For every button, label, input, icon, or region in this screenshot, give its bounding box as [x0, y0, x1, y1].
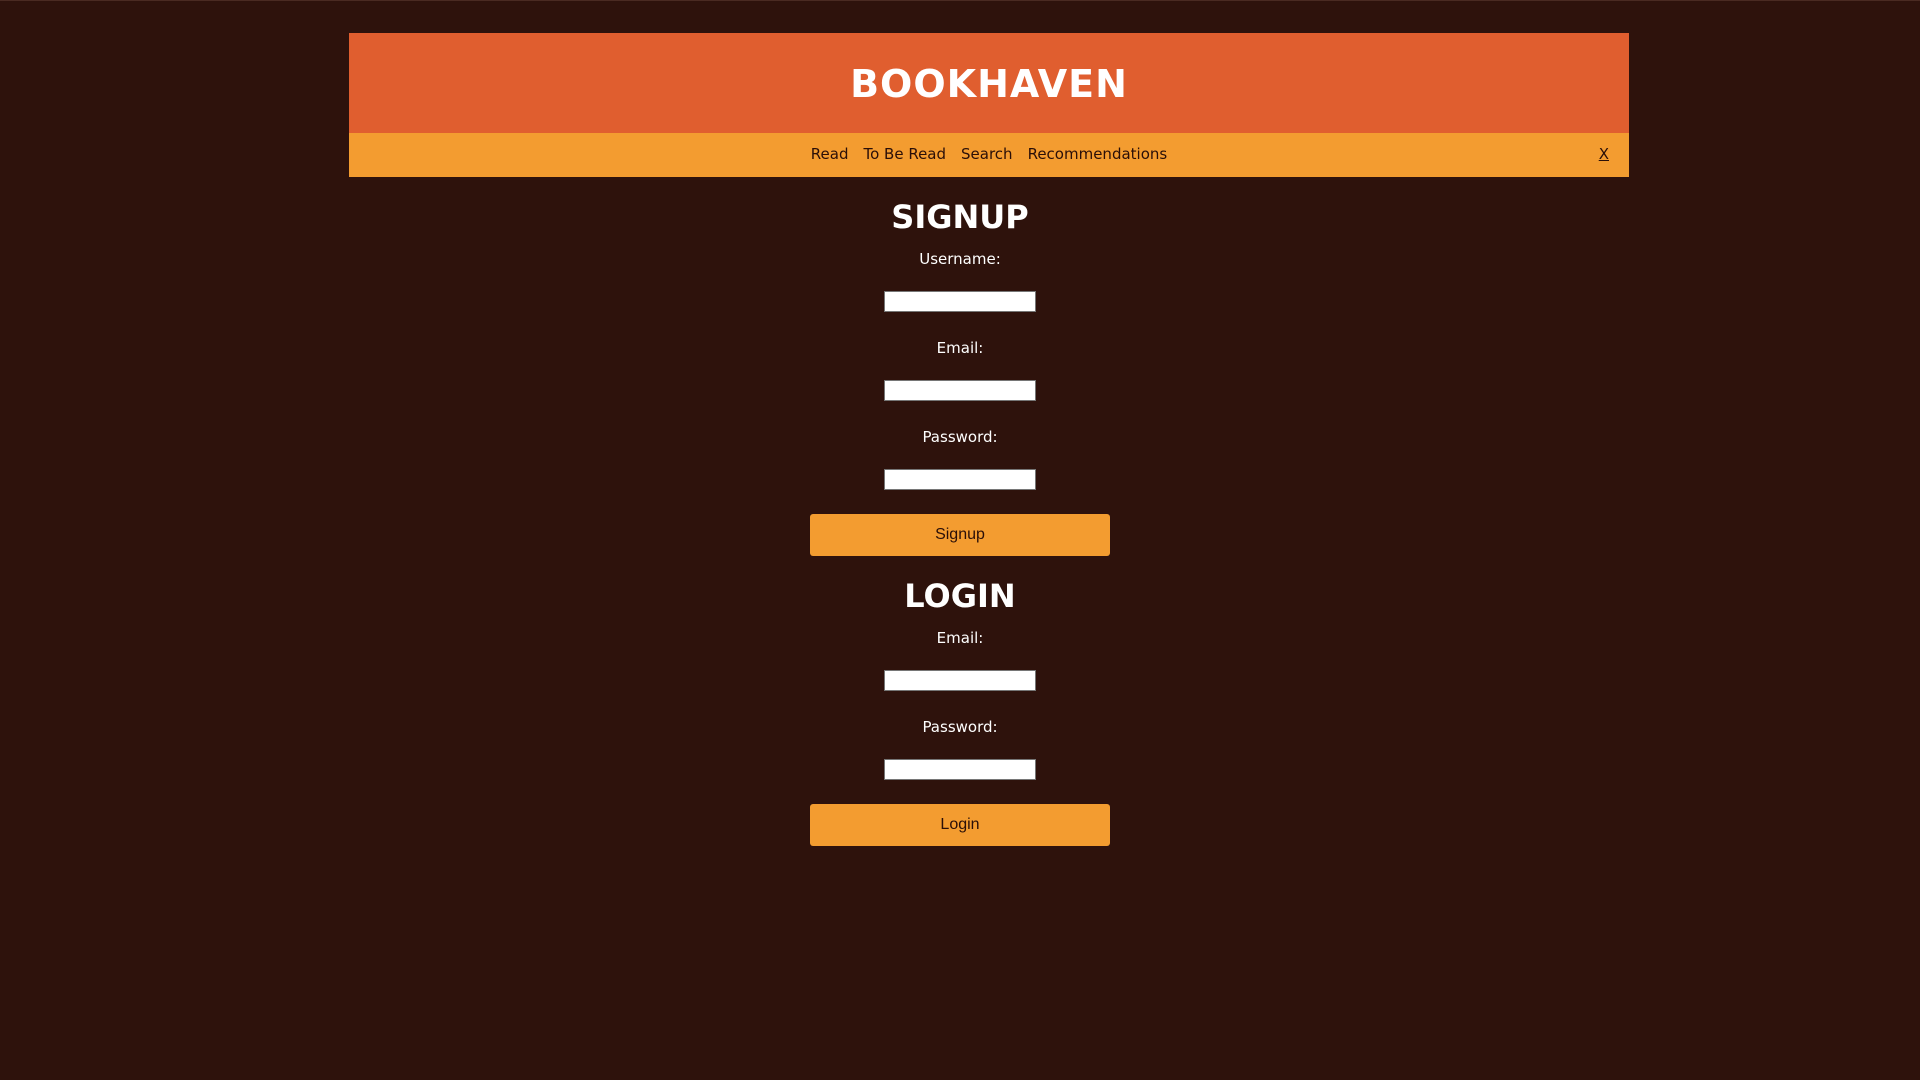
signup-email-input[interactable]: [884, 380, 1036, 401]
signup-email-label: Email:: [936, 339, 984, 357]
close-nav-link[interactable]: X: [1599, 145, 1609, 163]
auth-forms: SIGNUP Username: Email: Password: Signup…: [0, 177, 1920, 846]
signup-button[interactable]: Signup: [810, 514, 1110, 556]
nav-bar: Read To Be Read Search Recommendations X: [349, 133, 1629, 177]
login-title: LOGIN: [904, 577, 1016, 615]
nav-link-search[interactable]: Search: [961, 145, 1013, 163]
signup-password-label: Password:: [922, 428, 998, 446]
signup-username-input[interactable]: [884, 291, 1036, 312]
signup-username-label: Username:: [919, 250, 1001, 268]
login-email-input[interactable]: [884, 670, 1036, 691]
login-email-label: Email:: [936, 629, 984, 647]
signup-form: SIGNUP Username: Email: Password: Signup: [810, 177, 1110, 556]
nav-link-recommendations[interactable]: Recommendations: [1028, 145, 1168, 163]
login-password-input[interactable]: [884, 759, 1036, 780]
site-header: BOOKHAVEN: [349, 33, 1629, 133]
signup-password-input[interactable]: [884, 469, 1036, 490]
site-title: BOOKHAVEN: [850, 62, 1128, 106]
nav-link-read[interactable]: Read: [811, 145, 849, 163]
login-button[interactable]: Login: [810, 804, 1110, 846]
signup-title: SIGNUP: [891, 198, 1029, 236]
nav-links: Read To Be Read Search Recommendations: [349, 133, 1629, 177]
nav-link-to-be-read[interactable]: To Be Read: [863, 145, 946, 163]
login-password-label: Password:: [922, 718, 998, 736]
login-form: LOGIN Email: Password: Login: [810, 556, 1110, 846]
top-border: [0, 0, 1920, 1]
